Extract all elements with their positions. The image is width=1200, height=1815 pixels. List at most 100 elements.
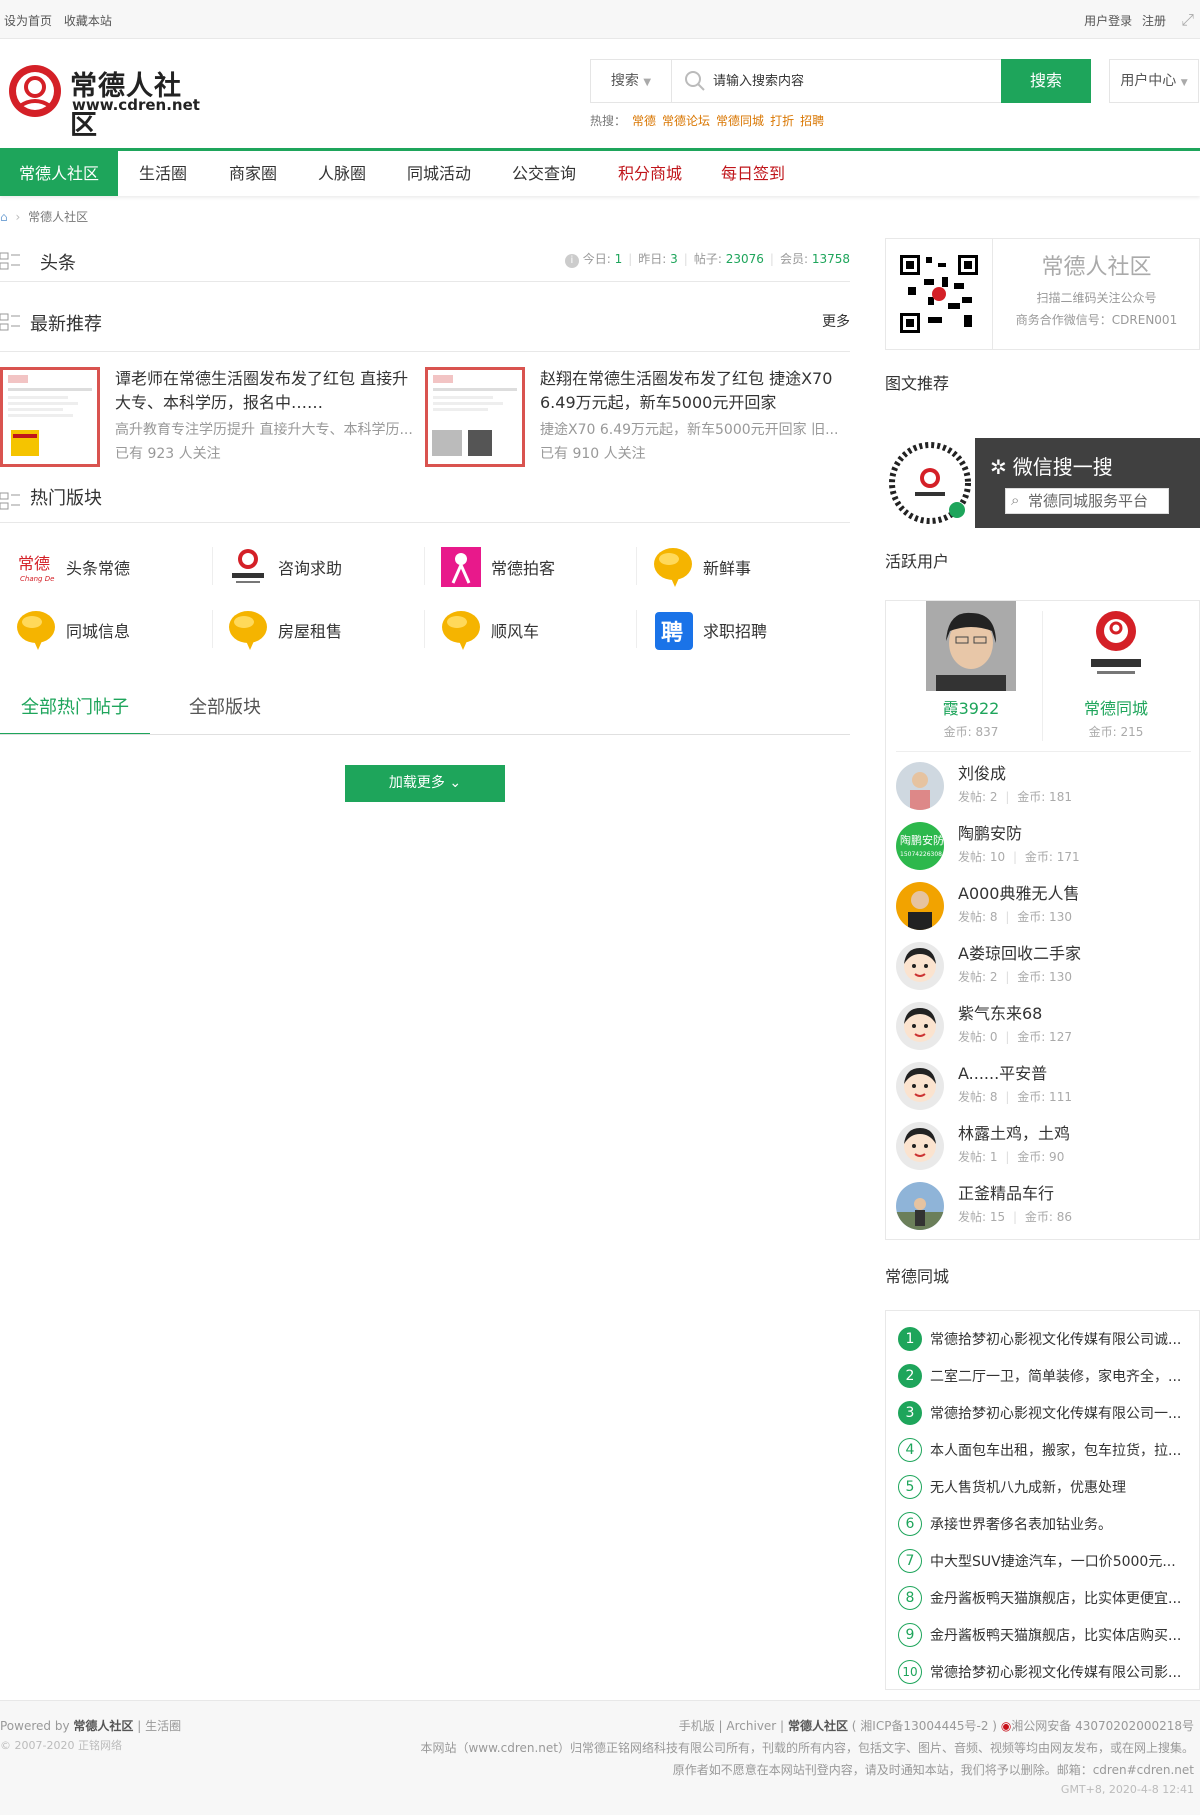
hot-keyword[interactable]: 打折	[770, 114, 794, 128]
user-row[interactable]: 陶鹏安防 15074226308 陶鹏安防 发帖: 10 | 金币: 171	[896, 816, 1186, 872]
home-icon[interactable]: ⌂	[0, 210, 8, 224]
forum-label[interactable]: 房屋租售	[278, 618, 342, 642]
user-row[interactable]: A娄琼回收二手家 发帖: 2 | 金币: 130	[896, 936, 1186, 992]
user-avatar[interactable]	[926, 601, 1016, 691]
user-avatar[interactable]	[896, 882, 944, 930]
list-item-title[interactable]: 常德拾梦初心影视文化传媒有限公司一...	[930, 1403, 1193, 1423]
nav-item-merchant[interactable]: 商家圈	[218, 151, 288, 196]
nav-item-points-mall[interactable]: 积分商城	[609, 151, 691, 196]
footer-site-link[interactable]: 常德人社区	[73, 1719, 133, 1733]
user-row[interactable]: 林露土鸡，土鸡 发帖: 1 | 金币: 90	[896, 1116, 1186, 1172]
wechat-search-field[interactable]: ⌕ 常德同城服务平台	[1005, 488, 1169, 514]
forum-item[interactable]: 咨询求助	[212, 543, 422, 589]
search-type-select[interactable]: 搜索 ▼	[591, 60, 672, 102]
user-center-dropdown[interactable]: 用户中心 ▼	[1109, 59, 1199, 103]
recommend-card[interactable]: 赵翔在常德生活圈发布发了红包 捷途X70 6.49万元起，新车5000元开回家 …	[425, 367, 845, 467]
forum-item[interactable]: 房屋租售	[212, 606, 422, 652]
list-item[interactable]: 9 金丹酱板鸭天猫旗舰店，比实体店购买...	[898, 1620, 1193, 1650]
user-row[interactable]: 紫气东来68 发帖: 0 | 金币: 127	[896, 996, 1186, 1052]
list-item[interactable]: 7 中大型SUV捷途汽车，一口价5000元...	[898, 1546, 1193, 1576]
user-name[interactable]: A000典雅无人售	[958, 880, 1080, 904]
user-name[interactable]: A......平安普	[958, 1060, 1047, 1084]
nav-item-life[interactable]: 生活圈	[128, 151, 198, 196]
list-item-title[interactable]: 中大型SUV捷途汽车，一口价5000元...	[930, 1551, 1193, 1571]
search-button[interactable]: 搜索	[1001, 59, 1091, 103]
user-name[interactable]: 陶鹏安防	[958, 820, 1022, 844]
user-name[interactable]: 紫气东来68	[958, 1000, 1042, 1024]
list-item[interactable]: 8 金丹酱板鸭天猫旗舰店，比实体更便宜...	[898, 1583, 1193, 1613]
list-item-title[interactable]: 无人售货机八九成新，优惠处理	[930, 1477, 1193, 1497]
user-avatar[interactable]	[896, 1182, 944, 1230]
search-input[interactable]	[673, 60, 993, 102]
user-avatar[interactable]	[896, 762, 944, 810]
forum-item[interactable]: 顺风车	[425, 606, 635, 652]
list-item-title[interactable]: 二室二厅一卫，简单装修，家电齐全，...	[930, 1366, 1193, 1386]
user-name[interactable]: 正釜精品车行	[958, 1180, 1054, 1204]
forum-item[interactable]: 常德拍客	[425, 543, 635, 589]
forum-label[interactable]: 同城信息	[66, 618, 130, 642]
post-thumbnail[interactable]	[425, 367, 525, 467]
post-title[interactable]: 谭老师在常德生活圈发布发了红包 直接升大专、本科学历，报名中……	[115, 367, 420, 415]
list-item[interactable]: 6 承接世界奢侈名表加钻业务。	[898, 1509, 1193, 1539]
login-link[interactable]: 用户登录	[1084, 14, 1132, 28]
default-avatar-icon[interactable]	[896, 942, 944, 990]
list-item[interactable]: 4 本人面包车出租，搬家，包车拉货，拉...	[898, 1435, 1193, 1465]
default-avatar-icon[interactable]	[896, 1062, 944, 1110]
hot-keyword[interactable]: 招聘	[800, 114, 824, 128]
user-name[interactable]: 刘俊成	[958, 760, 1006, 784]
forum-label[interactable]: 头条常德	[66, 555, 130, 579]
list-item-title[interactable]: 常德拾梦初心影视文化传媒有限公司诚...	[930, 1329, 1193, 1349]
user-avatar[interactable]: 陶鹏安防 15074226308	[896, 822, 944, 870]
user-row[interactable]: A......平安普 发帖: 8 | 金币: 111	[896, 1056, 1186, 1112]
user-row[interactable]: 刘俊成 发帖: 2 | 金币: 181	[896, 756, 1186, 812]
nav-item-bus[interactable]: 公交查询	[503, 151, 585, 196]
forum-item[interactable]: 聘 求职招聘	[637, 606, 847, 652]
nav-item-events[interactable]: 同城活动	[398, 151, 480, 196]
tab-hot-posts[interactable]: 全部热门帖子	[0, 690, 150, 735]
list-item[interactable]: 5 无人售货机八九成新，优惠处理	[898, 1472, 1193, 1502]
list-item[interactable]: 3 常德拾梦初心影视文化传媒有限公司一...	[898, 1398, 1193, 1428]
nav-item-checkin[interactable]: 每日签到	[712, 151, 794, 196]
user-avatar[interactable]	[1071, 601, 1161, 691]
forum-label[interactable]: 新鲜事	[703, 555, 751, 579]
user-row[interactable]: A000典雅无人售 发帖: 8 | 金币: 130	[896, 876, 1186, 932]
post-thumbnail[interactable]	[0, 367, 100, 467]
nav-item-home[interactable]: 常德人社区	[0, 151, 118, 196]
list-item[interactable]: 1 常德拾梦初心影视文化传媒有限公司诚...	[898, 1324, 1193, 1354]
default-avatar-icon[interactable]	[896, 1122, 944, 1170]
set-home-link[interactable]: 设为首页	[4, 14, 52, 28]
more-link[interactable]: 更多	[822, 311, 850, 331]
forum-item[interactable]: 新鲜事	[637, 543, 847, 589]
forum-label[interactable]: 咨询求助	[278, 555, 342, 579]
wechat-search-banner[interactable]: ✲ 微信搜一搜 ⌕ 常德同城服务平台	[885, 438, 1200, 528]
bookmark-link[interactable]: 收藏本站	[64, 14, 112, 28]
list-item-title[interactable]: 常德拾梦初心影视文化传媒有限公司影...	[930, 1662, 1193, 1682]
user-name[interactable]: A娄琼回收二手家	[958, 940, 1081, 964]
forum-label[interactable]: 求职招聘	[703, 618, 767, 642]
icp-link[interactable]: ( 湘ICP备13004445号-2 )	[852, 1719, 997, 1733]
footer-sub-link[interactable]: 生活圈	[145, 1719, 181, 1733]
list-item[interactable]: 2 二室二厅一卫，简单装修，家电齐全，...	[898, 1361, 1193, 1391]
forum-item[interactable]: 常德 Chang De 头条常德	[0, 543, 210, 589]
list-item-title[interactable]: 承接世界奢侈名表加钻业务。	[930, 1514, 1193, 1534]
default-avatar-icon[interactable]	[896, 1002, 944, 1050]
list-item-title[interactable]: 金丹酱板鸭天猫旗舰店，比实体更便宜...	[930, 1588, 1193, 1608]
recommend-card[interactable]: 谭老师在常德生活圈发布发了红包 直接升大专、本科学历，报名中…… 高升教育专注学…	[0, 367, 420, 467]
list-item[interactable]: 10 常德拾梦初心影视文化传媒有限公司影...	[898, 1657, 1193, 1687]
site-logo[interactable]: 常德人社区 www.cdren.net	[6, 62, 206, 141]
user-name[interactable]: 林露土鸡，土鸡	[958, 1120, 1070, 1144]
forum-label[interactable]: 顺风车	[491, 618, 539, 642]
list-item-title[interactable]: 金丹酱板鸭天猫旗舰店，比实体店购买...	[930, 1625, 1193, 1645]
fullscreen-icon[interactable]: ⤢	[1181, 10, 1194, 30]
user-name[interactable]: 常德同城	[1031, 695, 1200, 719]
nav-item-network[interactable]: 人脉圈	[307, 151, 377, 196]
breadcrumb-current[interactable]: 常德人社区	[28, 210, 88, 224]
forum-item[interactable]: 同城信息	[0, 606, 210, 652]
post-title[interactable]: 赵翔在常德生活圈发布发了红包 捷途X70 6.49万元起，新车5000元开回家	[540, 367, 845, 415]
register-link[interactable]: 注册	[1142, 14, 1166, 28]
hot-keyword[interactable]: 常德论坛	[662, 114, 710, 128]
list-item-title[interactable]: 本人面包车出租，搬家，包车拉货，拉...	[930, 1440, 1193, 1460]
hot-keyword[interactable]: 常德同城	[716, 114, 764, 128]
user-row[interactable]: 正釜精品车行 发帖: 15 | 金币: 86	[896, 1176, 1186, 1232]
tab-all-forums[interactable]: 全部版块	[150, 690, 300, 735]
